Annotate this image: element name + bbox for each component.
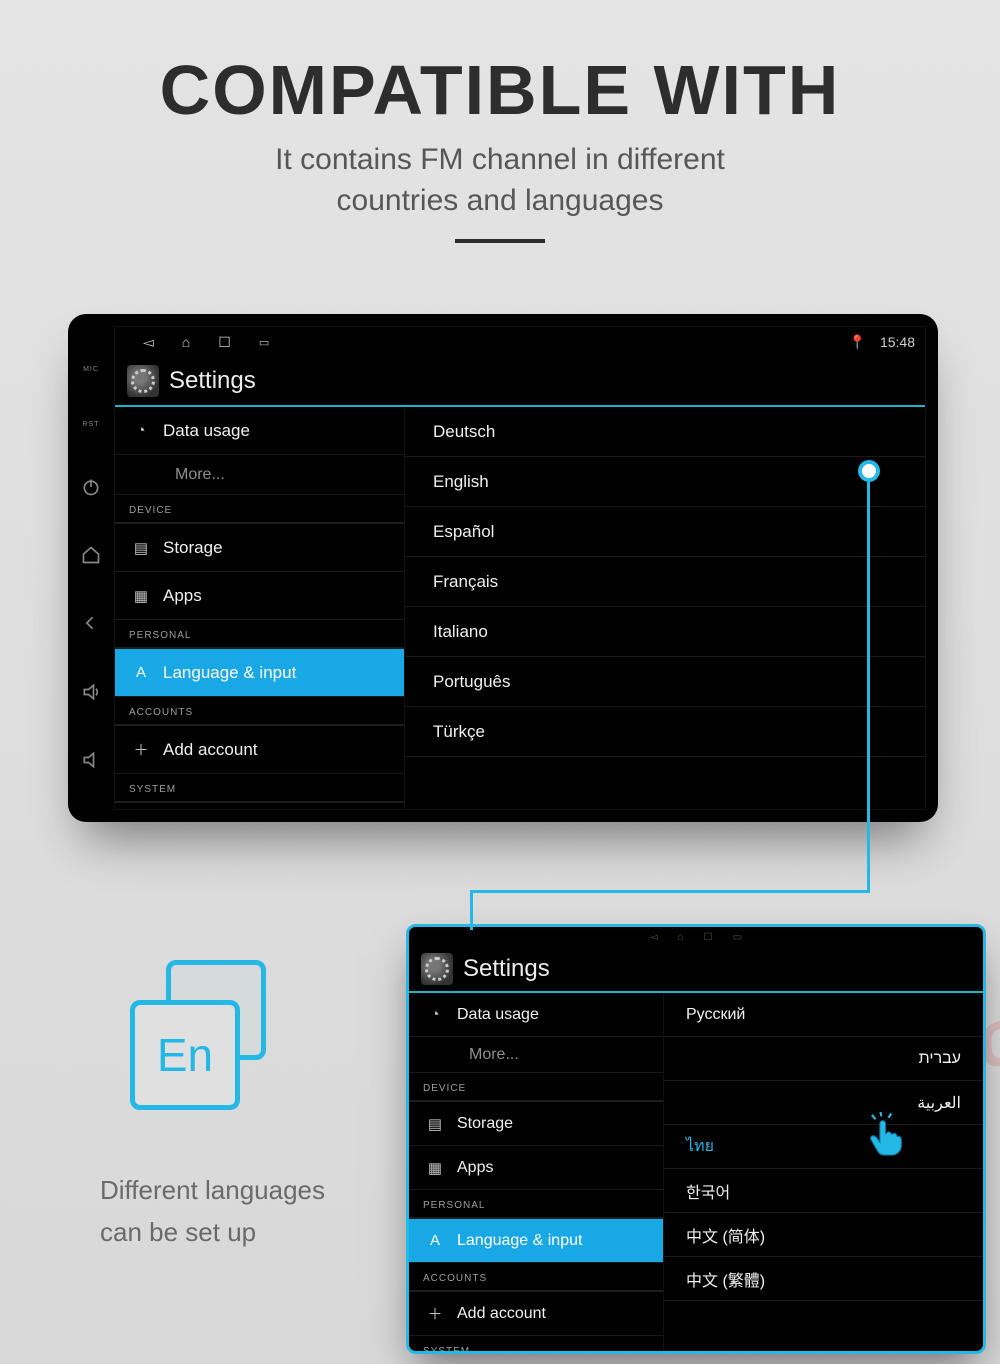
sidebar-label: Apps [163, 586, 202, 606]
sidebar-label: Language & input [163, 663, 296, 683]
callout-line [470, 890, 473, 930]
device-side-controls: MIC RST [68, 314, 114, 822]
section-system: SYSTEM [409, 1336, 663, 1351]
hero-title: COMPATIBLE WITH [20, 50, 980, 130]
lang-item[interactable]: العربية [664, 1081, 983, 1125]
data-usage-icon: ◔ [425, 1006, 445, 1023]
language-list-main: Deutsch English Español Français Italian… [405, 407, 925, 809]
back-icon[interactable] [81, 613, 101, 633]
settings-sidebar: ◔ Data usage More... DEVICE ▤ Storage ▦ … [115, 407, 405, 809]
sidebar-item-apps[interactable]: ▦ Apps [115, 572, 404, 620]
sidebar-label: Data usage [457, 1006, 539, 1024]
hero-sub-2: countries and languages [337, 184, 664, 217]
mic-label: MIC [83, 366, 99, 373]
section-accounts: ACCOUNTS [409, 1263, 663, 1292]
sidebar-item-more[interactable]: More... [115, 455, 404, 495]
caption-line-1: Different languages [100, 1170, 400, 1212]
apps-icon: ▦ [131, 587, 151, 605]
callout-line [470, 890, 870, 893]
hero-sub-1: It contains FM channel in different [275, 143, 725, 176]
data-usage-icon: ◔ [131, 422, 151, 439]
storage-icon: ▤ [425, 1115, 445, 1133]
location-icon: 📍 [849, 334, 866, 351]
language-feature-icon: En [130, 960, 280, 1110]
lang-item[interactable]: English [405, 457, 925, 507]
vol-down-icon[interactable] [81, 750, 101, 770]
section-device: DEVICE [409, 1073, 663, 1102]
popup-titlebar: Settings [409, 947, 983, 993]
lang-item[interactable]: Русский [664, 993, 983, 1037]
en-badge: En [157, 1028, 213, 1082]
sidebar-label: Storage [457, 1115, 513, 1133]
lang-item[interactable]: Deutsch [405, 407, 925, 457]
sidebar-item-more[interactable]: More... [409, 1037, 663, 1073]
sidebar-label: Data usage [163, 421, 250, 441]
lang-item[interactable]: Português [405, 657, 925, 707]
sidebar-item-add-account[interactable]: ＋ Add account [409, 1292, 663, 1336]
popup-sidebar: ◔ Data usage More... DEVICE ▤ Storage ▦ App… [409, 993, 664, 1351]
language-icon: A [425, 1232, 445, 1249]
lang-item[interactable]: 中文 (简体) [664, 1213, 983, 1257]
add-icon: ＋ [131, 739, 151, 760]
storage-icon: ▤ [131, 539, 151, 557]
nav-home-icon[interactable]: ⌂ [182, 334, 190, 351]
sidebar-item-add-account[interactable]: ＋ Add account [115, 726, 404, 774]
sidebar-item-apps[interactable]: ▦ Apps [409, 1146, 663, 1190]
language-list-popup: Русскийעבריתالعربيةไทย한국어中文 (简体)中文 (繁體) [664, 993, 983, 1351]
sidebar-item-storage[interactable]: ▤ Storage [409, 1102, 663, 1146]
lang-item[interactable]: Français [405, 557, 925, 607]
settings-gear-icon [421, 953, 453, 985]
popup-statusbar: ◅⌂☐▭ [409, 927, 983, 947]
caption-line-2: can be set up [100, 1212, 400, 1254]
power-icon[interactable] [81, 477, 101, 497]
section-system: SYSTEM [115, 774, 404, 803]
lang-item[interactable]: 한국어 [664, 1169, 983, 1213]
android-statusbar: ◅ ⌂ ☐ ▭ 📍 15:48 [115, 327, 925, 357]
sidebar-item-date-time[interactable]: ◷ Date & time [115, 803, 404, 809]
settings-heading: Settings [169, 367, 256, 395]
clock: 15:48 [880, 334, 915, 350]
callout-dot [858, 460, 880, 482]
lang-item[interactable]: 中文 (繁體) [664, 1257, 983, 1301]
sidebar-item-language[interactable]: A Language & input [115, 649, 404, 697]
home-icon[interactable] [81, 545, 101, 565]
section-device: DEVICE [115, 495, 404, 524]
lang-item[interactable]: Türkçe [405, 707, 925, 757]
settings-gear-icon [127, 365, 159, 397]
lang-item[interactable]: Italiano [405, 607, 925, 657]
sidebar-label: Language & input [457, 1232, 582, 1250]
sidebar-item-storage[interactable]: ▤ Storage [115, 524, 404, 572]
sidebar-item-language[interactable]: A Language & input [409, 1219, 663, 1263]
sidebar-item-data-usage[interactable]: ◔ Data usage [115, 407, 404, 455]
vol-up-icon[interactable] [81, 682, 101, 702]
language-icon: A [131, 664, 151, 681]
section-personal: PERSONAL [409, 1190, 663, 1219]
add-icon: ＋ [425, 1303, 445, 1324]
lang-item[interactable]: ไทย [664, 1125, 983, 1169]
settings-titlebar: Settings [115, 357, 925, 407]
popup-heading: Settings [463, 955, 550, 983]
apps-icon: ▦ [425, 1159, 445, 1177]
sidebar-label: Add account [163, 740, 258, 760]
lang-item[interactable]: Español [405, 507, 925, 557]
section-personal: PERSONAL [115, 620, 404, 649]
section-accounts: ACCOUNTS [115, 697, 404, 726]
rst-label: RST [83, 421, 100, 428]
nav-back-icon[interactable]: ◅ [143, 334, 154, 351]
nav-card-icon[interactable]: ▭ [259, 334, 269, 351]
hero-rule [455, 239, 545, 243]
lang-item[interactable]: עברית [664, 1037, 983, 1081]
sidebar-label: Storage [163, 538, 223, 558]
nav-recent-icon[interactable]: ☐ [218, 334, 231, 351]
sidebar-item-data-usage[interactable]: ◔ Data usage [409, 993, 663, 1037]
callout-line [867, 482, 870, 890]
sidebar-label: Apps [457, 1159, 493, 1177]
sidebar-label: Add account [457, 1305, 546, 1323]
device-screen: ◅ ⌂ ☐ ▭ 📍 15:48 Settings ◔ Data usage Mo… [114, 326, 926, 810]
tap-cursor-icon [864, 1112, 910, 1158]
head-unit-device: MIC RST ◅ ⌂ ☐ ▭ 📍 15:48 Settings ◔ [68, 314, 938, 822]
